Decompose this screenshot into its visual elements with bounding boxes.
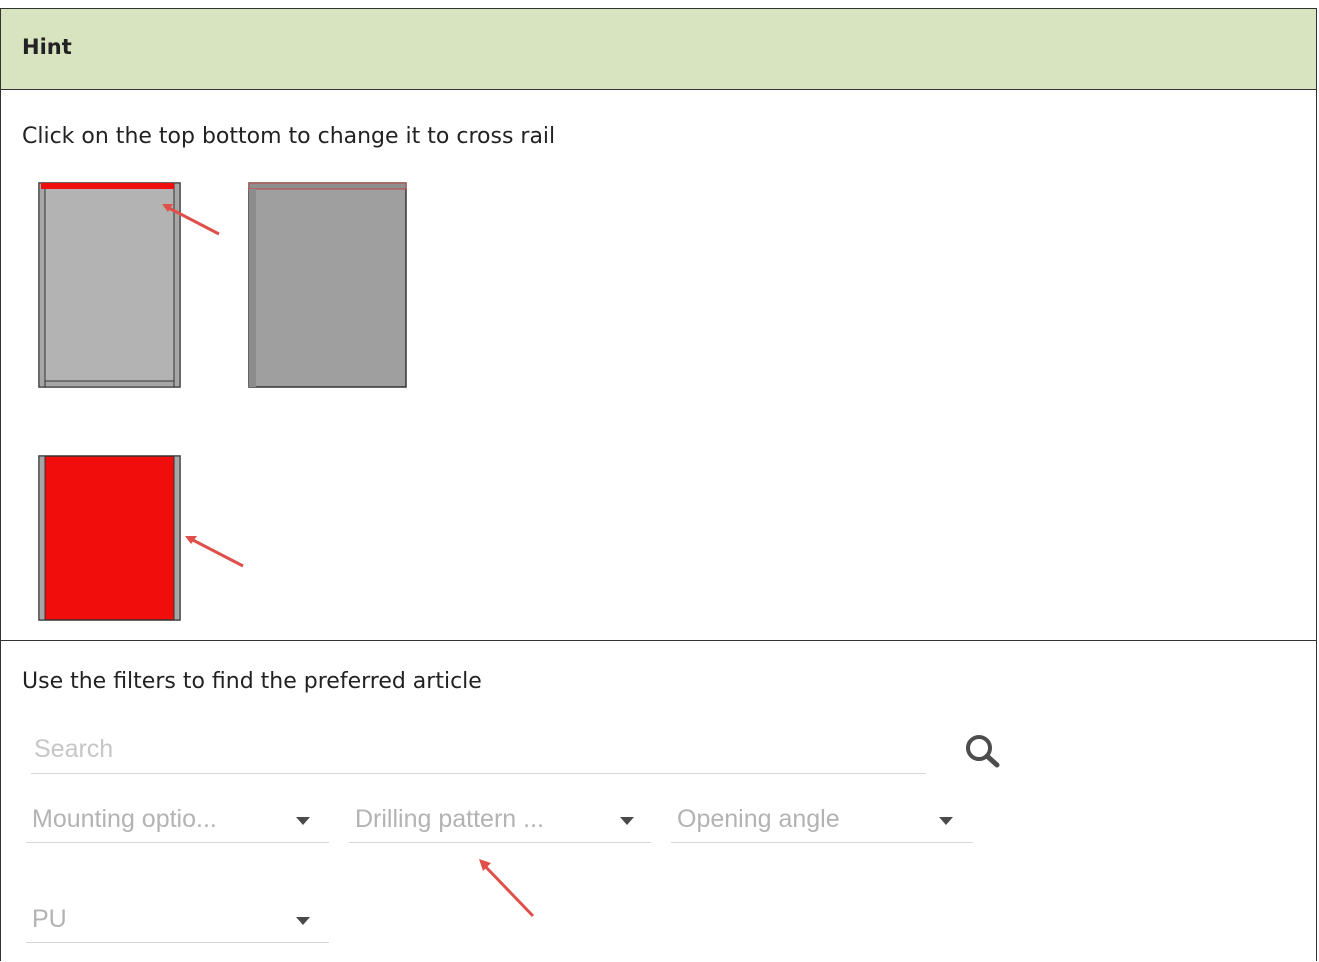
filter-pu[interactable]: PU	[26, 897, 329, 943]
filter-label: Drilling pattern ...	[355, 805, 544, 833]
caret-down-icon	[296, 817, 310, 825]
search-input[interactable]: Search	[31, 729, 926, 774]
filter-drilling-pattern[interactable]: Drilling pattern ...	[349, 797, 651, 843]
cabinet-front-selected[interactable]	[38, 455, 181, 621]
arrow-to-drilling-filter	[481, 862, 535, 918]
filter-mounting-option[interactable]: Mounting optio...	[26, 797, 329, 843]
cabinet-illustrations	[38, 182, 407, 621]
caret-down-icon	[620, 817, 634, 825]
search-button[interactable]	[959, 731, 1005, 771]
hint-panel: Hint Click on the top bottom to change i…	[0, 8, 1317, 961]
filter-instruction: Use the filters to find the preferred ar…	[22, 669, 482, 694]
top-rail-highlight	[41, 183, 174, 189]
hint-header: Hint	[1, 9, 1316, 90]
filter-label: PU	[32, 905, 67, 933]
cabinet-cross-rail	[248, 182, 407, 388]
search-placeholder: Search	[34, 735, 114, 763]
search-icon	[966, 735, 1000, 768]
filter-label: Opening angle	[677, 805, 840, 833]
arrow-to-front	[188, 536, 244, 568]
caret-down-icon	[296, 917, 310, 925]
caret-down-icon	[939, 817, 953, 825]
hint-title: Hint	[22, 35, 72, 59]
filter-label: Mounting optio...	[32, 805, 217, 833]
cabinet-top-rail-selected[interactable]	[38, 182, 181, 388]
filter-opening-angle[interactable]: Opening angle	[671, 797, 973, 843]
cross-rail-hint-section: Click on the top bottom to change it to …	[1, 90, 1316, 641]
filter-hint-section: Use the filters to find the preferred ar…	[1, 641, 1316, 962]
